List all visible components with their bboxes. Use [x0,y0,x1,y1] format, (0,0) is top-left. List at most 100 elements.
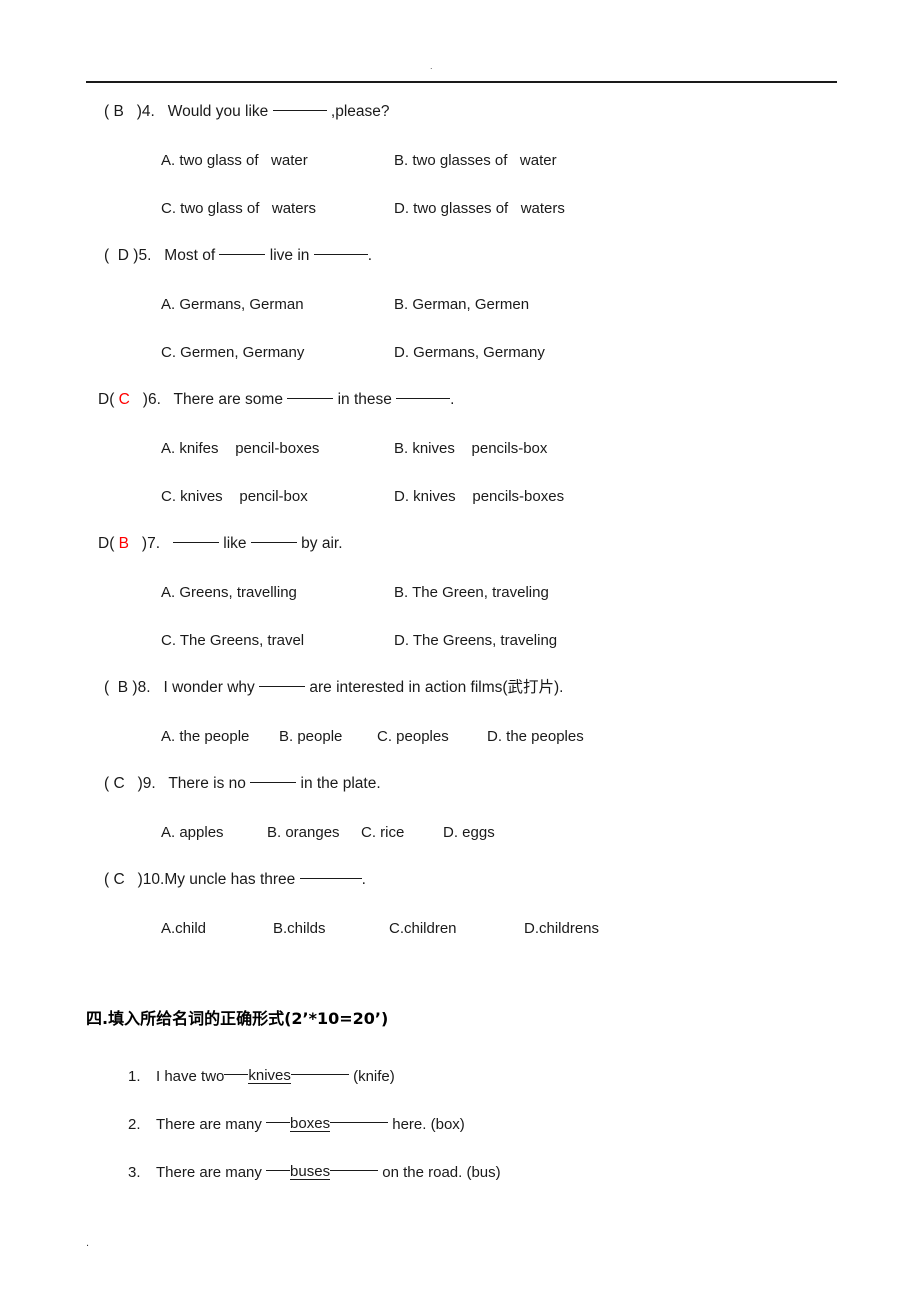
q8-option-b[interactable]: B. people [279,729,377,744]
question-options-7-row1: A. Greens, travelling B. The Green, trave… [0,568,920,616]
question-stem-4: ( B ) 4. Would you like ,please? [0,88,920,136]
q7-option-d[interactable]: D. The Greens, traveling [394,633,557,648]
fill-item-1-rule-left [224,1073,249,1075]
q5-option-d[interactable]: D. Germans, Germany [394,345,545,360]
q6-blank-2 [396,397,451,399]
q10-option-b[interactable]: B.childs [273,921,389,936]
fill-item-1-text-before: I have two [156,1067,225,1085]
q8-stem-after: are interested in action films(武打片). [305,679,564,697]
q10-option-a[interactable]: A.child [161,921,273,936]
q6-stem-before: There are some [160,391,288,409]
q7-close-paren: ) [129,535,148,553]
question-stem-6: D( C ) 6. There are some in these . [0,376,920,424]
q4-option-b[interactable]: B. two glasses of water [394,153,557,168]
q5-stem-before: Most of [151,247,220,265]
q9-option-a[interactable]: A. apples [161,825,267,840]
q6-answer[interactable]: C [119,392,130,408]
fill-in-the-blank-list: 1. I have two knives (knife) 2. There are m… [0,1052,920,1196]
q4-option-c[interactable]: C. two glass of waters [161,201,394,216]
q4-blank [272,109,327,111]
q10-number: 10. [142,871,165,889]
q7-stem-after: by air. [296,535,343,553]
q5-option-b[interactable]: B. German, Germen [394,297,529,312]
q10-prefix: ( [104,871,114,889]
q8-blank [259,685,306,687]
fill-item-3: 3. There are many buses on the road. (bus… [0,1148,920,1196]
q5-option-a[interactable]: A. Germans, German [161,297,394,312]
q7-blank-2 [250,541,297,543]
question-options-8: A. the people B. people C. peoples D. the p… [0,712,920,760]
q9-stem-after: in the plate. [296,775,381,793]
q8-stem-before: I wonder why [150,679,260,697]
q8-prefix: ( [104,679,118,697]
question-options-7-row2: C. The Greens, travel D. The Greens, trav… [0,616,920,664]
q9-close-paren: ) [124,775,143,793]
question-stem-9: ( C ) 9. There is no in the plate. [0,760,920,808]
fill-item-2-answer[interactable]: boxes [290,1116,331,1132]
q7-option-a[interactable]: A. Greens, travelling [161,585,394,600]
q8-close-paren: ) [128,679,138,697]
q4-prefix: ( [104,103,114,121]
q7-stem-before [160,536,173,552]
q4-option-a[interactable]: A. two glass of water [161,153,394,168]
question-block-6: D( C ) 6. There are some in these . A. kn… [0,376,920,520]
q5-option-c[interactable]: C. Germen, Germany [161,345,394,360]
q9-stem-before: There is no [155,775,251,793]
fill-item-3-text-after: on the road. (bus) [378,1163,501,1181]
q10-option-d[interactable]: D.childrens [524,921,599,936]
question-options-4-row1: A. two glass of water B. two glasses of w… [0,136,920,184]
question-options-6-row1: A. knifes pencil-boxes B. knives pencils-… [0,424,920,472]
question-block-5: ( D ) 5. Most of live in . A. Germans, Ge… [0,232,920,376]
fill-item-3-answer[interactable]: buses [290,1164,331,1180]
q4-option-d[interactable]: D. two glasses of waters [394,201,565,216]
fill-item-1-answer[interactable]: knives [248,1068,291,1084]
q9-answer[interactable]: C [113,776,124,792]
question-block-4: ( B ) 4. Would you like ,please? A. two g… [0,88,920,232]
q6-blank-1 [287,397,334,399]
question-stem-10: ( C ) 10. My uncle has three . [0,856,920,904]
q6-close-paren: ) [129,391,148,409]
q9-option-d[interactable]: D. eggs [443,825,495,840]
document-page: . ( B ) 4. Would you like ,please? A. two… [0,0,920,1302]
question-options-6-row2: C. knives pencil-box D. knives pencils-bo… [0,472,920,520]
q7-option-b[interactable]: B. The Green, traveling [394,585,549,600]
q9-option-c[interactable]: C. rice [361,825,443,840]
q7-prefix: D( [98,535,119,553]
fill-item-3-rule-left [266,1169,291,1171]
q6-option-b[interactable]: B. knives pencils-box [394,441,547,456]
q8-answer[interactable]: B [118,680,128,696]
fill-item-2-number: 2. [128,1115,141,1133]
q6-option-d[interactable]: D. knives pencils-boxes [394,489,564,504]
q4-stem-after: ,please? [326,103,390,121]
q4-number: 4. [141,103,155,121]
q10-option-c[interactable]: C.children [389,921,524,936]
fill-item-1-number: 1. [128,1067,141,1085]
q4-answer[interactable]: B [113,104,123,120]
q8-option-d[interactable]: D. the peoples [487,729,584,744]
q7-option-c[interactable]: C. The Greens, travel [161,633,394,648]
q8-option-a[interactable]: A. the people [161,729,279,744]
question-options-9: A. apples B. oranges C. rice D. eggs [0,808,920,856]
q7-answer[interactable]: B [119,536,129,552]
q6-stem-mid: in these [333,391,397,409]
section-four-heading: 四.填入所给名词的正确形式(2’*10=20’) [86,1009,389,1028]
q6-option-c[interactable]: C. knives pencil-box [161,489,394,504]
q9-number: 9. [142,775,156,793]
q5-blank-1 [219,253,266,255]
q10-answer[interactable]: C [113,872,124,888]
header-divider-rule [86,81,837,83]
fill-item-2: 2. There are many boxes here. (box) [0,1100,920,1148]
q9-option-b[interactable]: B. oranges [267,825,361,840]
header-dot-mark: . [430,61,433,71]
q4-stem-before: Would you like [154,103,273,121]
q6-number: 6. [147,391,161,409]
fill-item-3-text-before: There are many [156,1163,267,1181]
q7-stem-mid: like [218,535,251,553]
q8-option-c[interactable]: C. peoples [377,729,487,744]
fill-item-3-rule-right [330,1169,379,1171]
q6-option-a[interactable]: A. knifes pencil-boxes [161,441,394,456]
question-block-9: ( C ) 9. There is no in the plate. A. app… [0,760,920,856]
question-block-7: D( B ) 7. like by air. A. Greens, travell… [0,520,920,664]
question-options-4-row2: C. two glass of waters D. two glasses of … [0,184,920,232]
q5-answer[interactable]: D [118,248,129,264]
